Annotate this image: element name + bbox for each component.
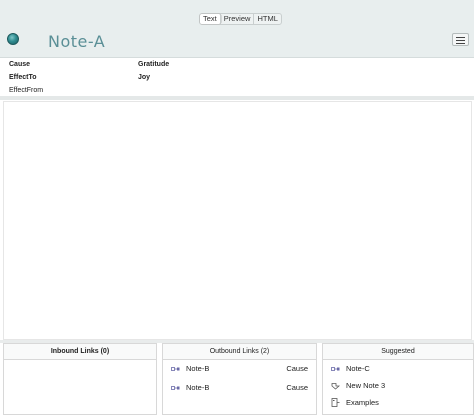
menu-icon[interactable] — [452, 33, 469, 46]
outbound-link-row[interactable]: Note-B Cause — [163, 381, 316, 395]
suggested-item-label: New Note 3 — [346, 381, 386, 390]
note-badge-icon[interactable] — [7, 33, 19, 45]
attribute-value-cause[interactable]: Gratitude — [138, 61, 169, 68]
outbound-link-label: Note-B — [186, 383, 210, 392]
link-icon — [171, 367, 180, 371]
outbound-link-label: Note-B — [186, 364, 210, 373]
outbound-links-pane: Outbound Links (2) Note-B Cause Note-B C… — [162, 343, 317, 415]
note-text-editor[interactable] — [3, 101, 472, 340]
suggested-title: Suggested — [323, 344, 473, 360]
outbound-link-row[interactable]: Note-B Cause — [163, 362, 316, 376]
outbound-link-type: Cause — [286, 383, 308, 392]
attribute-key-effectto[interactable]: EffectTo — [9, 74, 36, 81]
view-mode-text[interactable]: Text — [200, 14, 221, 24]
link-icon — [171, 386, 180, 390]
inbound-links-title: Inbound Links (0) — [4, 344, 156, 360]
view-mode-preview[interactable]: Preview — [221, 14, 255, 24]
outbound-links-title: Outbound Links (2) — [163, 344, 316, 360]
view-mode-selector: Text Preview HTML — [199, 13, 282, 25]
attribute-key-cause[interactable]: Cause — [9, 61, 30, 68]
inbound-links-pane: Inbound Links (0) — [3, 343, 157, 415]
attribute-separator — [0, 96, 474, 100]
attribute-value-effectto[interactable]: Joy — [138, 74, 150, 81]
container-icon — [331, 398, 340, 407]
suggested-item[interactable]: New Note 3 — [323, 379, 473, 393]
suggested-pane: Suggested Note-C New Note 3 Examples — [322, 343, 474, 415]
view-mode-html[interactable]: HTML — [254, 14, 280, 24]
attribute-key-effectfrom[interactable]: EffectFrom — [9, 87, 43, 94]
note-header: Text Preview HTML Note-A — [0, 0, 474, 58]
suggested-item[interactable]: Examples — [323, 396, 473, 410]
note-title[interactable]: Note-A — [48, 32, 105, 51]
suggested-item-label: Note-C — [346, 364, 370, 373]
new-note-icon — [331, 383, 340, 390]
suggested-item-label: Examples — [346, 398, 379, 407]
link-icon — [331, 367, 340, 371]
attribute-table: Cause Gratitude EffectTo Joy EffectFrom — [0, 59, 474, 96]
suggested-item[interactable]: Note-C — [323, 362, 473, 376]
outbound-link-type: Cause — [286, 364, 308, 373]
